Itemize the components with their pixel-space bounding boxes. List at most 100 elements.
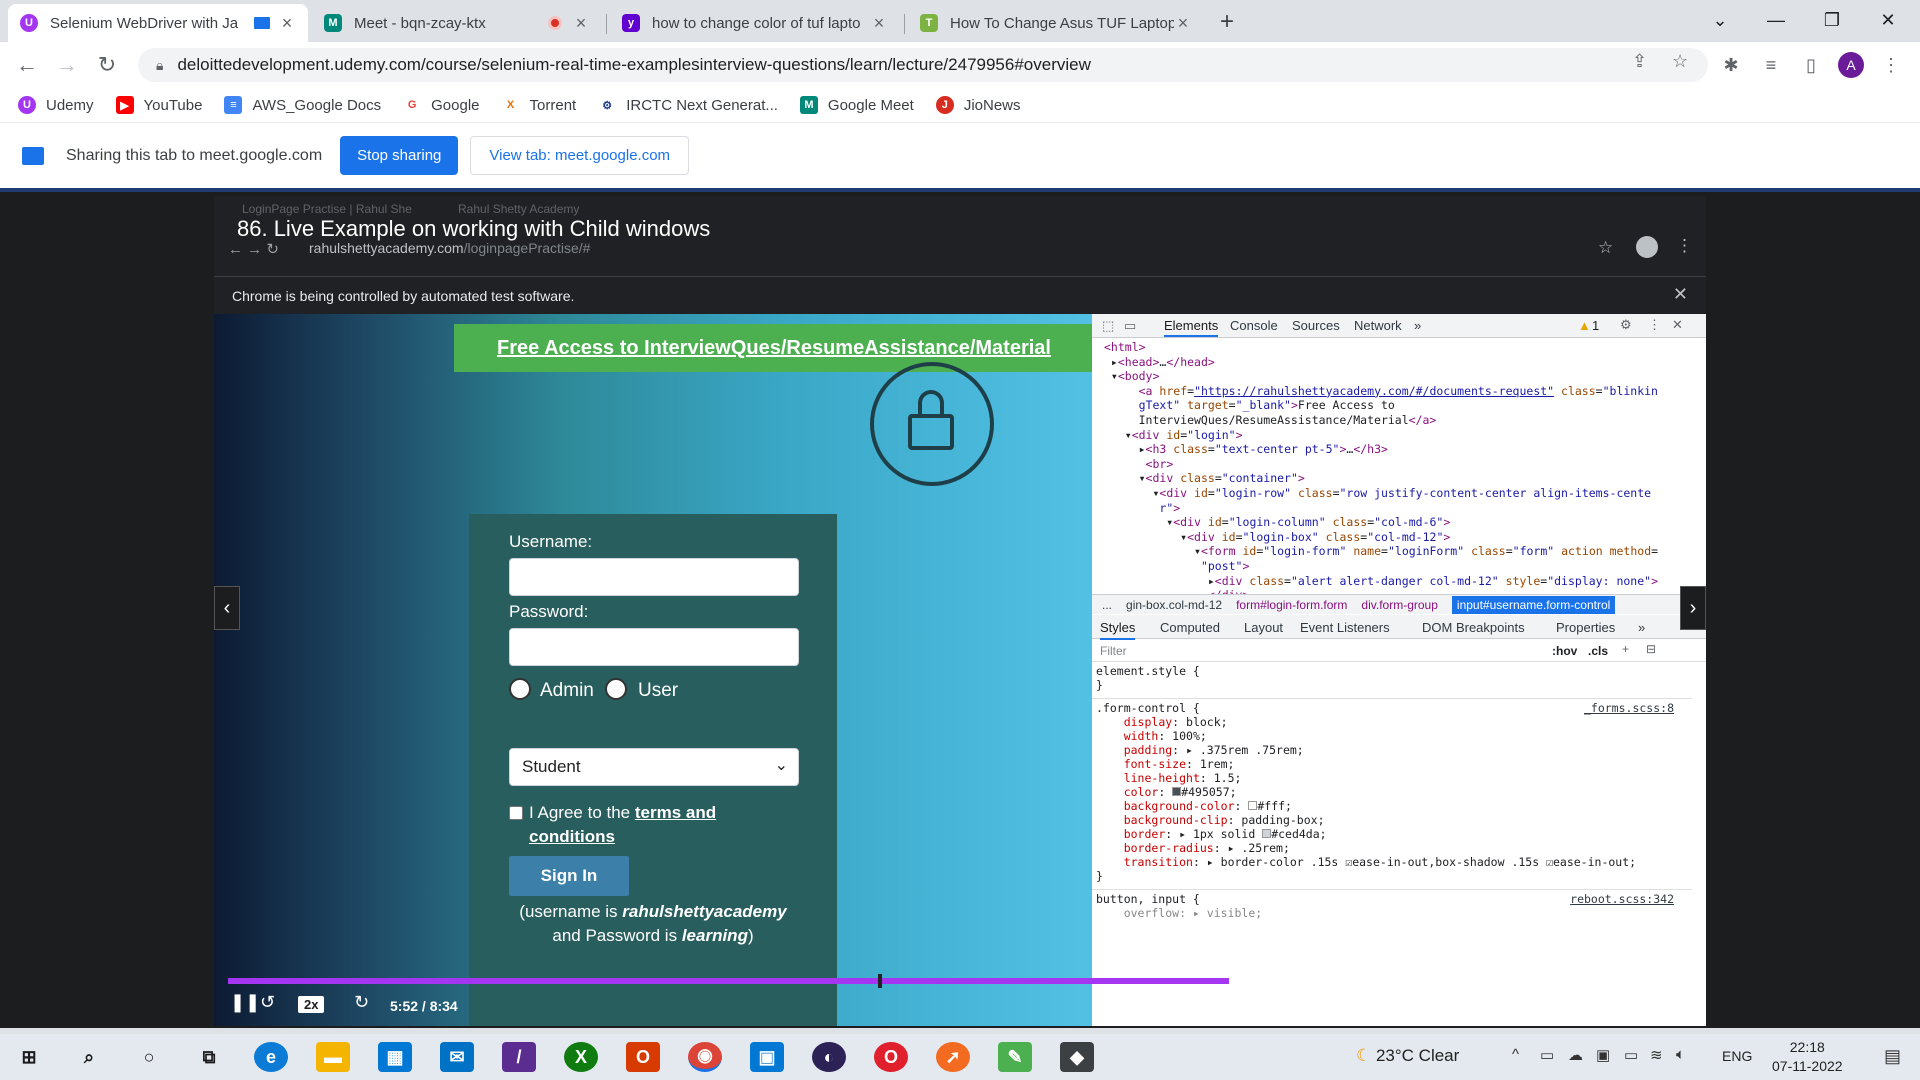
close-window-icon[interactable]: ✕ <box>1860 0 1916 40</box>
clock-date: 07-11-2022 <box>1772 1058 1843 1074</box>
office-icon[interactable]: O <box>626 1042 660 1072</box>
rewind-icon[interactable]: ↺ <box>260 992 275 1013</box>
captions-icon[interactable]: ▤ <box>1586 992 1603 1013</box>
user-radio <box>605 678 627 700</box>
forward-icon[interactable]: ↻ <box>354 992 369 1013</box>
bookmark-jionews[interactable]: J JioNews <box>935 96 1021 114</box>
tab-search-icon[interactable]: ⌄ <box>1692 0 1748 40</box>
dom-line: ▾<div id="login-column" class="col-md-6"… <box>1104 515 1451 530</box>
fullscreen-icon[interactable]: ⤢ <box>1650 992 1664 1013</box>
wifi-icon[interactable]: ≋ <box>1650 1046 1663 1064</box>
volume-icon[interactable]: 🔊︎ <box>1554 992 1565 1013</box>
dom-line: ▾<form id="login-form" name="loginForm" … <box>1104 544 1659 559</box>
style-line: border-radius: ▸ .25rem; <box>1123 841 1290 855</box>
minimize-icon[interactable]: — <box>1748 0 1804 40</box>
search-icon[interactable]: ⌕ <box>72 1042 106 1072</box>
breadcrumb-item: div.form-group <box>1361 597 1438 612</box>
style-line: display: block; <box>1123 715 1228 729</box>
notifications-icon[interactable]: ▤ <box>1884 1046 1901 1067</box>
edge-icon[interactable]: e <box>254 1042 288 1072</box>
bookmark-torrent[interactable]: X Torrent <box>501 96 576 114</box>
weather-widget[interactable]: ☾ 23°C Clear <box>1356 1046 1459 1066</box>
panel-tab-layout: Layout <box>1244 620 1284 635</box>
extensions-icon[interactable]: ✱ <box>1718 52 1744 78</box>
store-icon[interactable]: ▦ <box>378 1042 412 1072</box>
file-explorer-icon[interactable]: ▬ <box>316 1042 350 1072</box>
style-line: width: 100%; <box>1123 729 1207 743</box>
dom-line: ▸<head>…</head> <box>1104 354 1215 369</box>
chevron-up-icon[interactable]: ^ <box>1512 1046 1519 1063</box>
bookmark-youtube[interactable]: ▶ YouTube <box>115 96 202 114</box>
styles-pane: element.style { } .form-control {_forms.… <box>1092 664 1692 1026</box>
filter-input: Filter <box>1100 644 1127 658</box>
share-icon[interactable]: ⇪ <box>1632 51 1647 72</box>
hint-prefix: (username is <box>519 902 618 921</box>
style-line: background-color: #fff; <box>1123 799 1292 813</box>
side-panel-icon[interactable]: ▯ <box>1798 52 1824 78</box>
stop-sharing-button[interactable]: Stop sharing <box>340 136 459 175</box>
breadcrumb-item: ... <box>1102 597 1113 612</box>
forward-icon[interactable]: → <box>52 50 82 80</box>
kebab-menu-icon: ⋮ <box>1648 317 1661 332</box>
progress-handle[interactable] <box>878 974 882 988</box>
tab-yahoo[interactable]: y how to change color of tuf lapto × <box>610 4 900 42</box>
close-tab-icon[interactable]: × <box>870 13 888 34</box>
postman-icon[interactable]: ➚ <box>936 1042 970 1072</box>
new-tab-icon[interactable]: + <box>1220 8 1234 36</box>
back-icon[interactable]: ← <box>12 50 42 80</box>
close-tab-icon[interactable]: × <box>1174 13 1192 34</box>
media-control-icon[interactable]: ≡ <box>1758 52 1784 78</box>
previous-lecture-button[interactable]: ‹ <box>214 586 240 630</box>
task-view-icon[interactable]: ⧉ <box>192 1042 226 1072</box>
video-progress-bar[interactable] <box>228 974 1692 988</box>
volume-icon[interactable]: 🔈︎ <box>1676 1046 1685 1063</box>
view-tab-button[interactable]: View tab: meet.google.com <box>470 136 690 175</box>
windows-start-icon[interactable]: ⊞ <box>12 1042 46 1072</box>
inspect-icon: ⬚ <box>1102 318 1115 333</box>
chrome-icon[interactable]: ◉ <box>688 1042 722 1072</box>
unity-icon[interactable]: ◆ <box>1060 1042 1094 1072</box>
bookmark-google-meet[interactable]: M Google Meet <box>799 96 914 114</box>
language-indicator[interactable]: ENG <box>1722 1048 1752 1064</box>
tab-meet[interactable]: M Meet - bqn-zcay-ktx × <box>312 4 602 42</box>
bookmark-udemy[interactable]: U Udemy <box>18 96 94 114</box>
settings-gear-icon[interactable]: ⚙ <box>1618 992 1634 1013</box>
terms-prefix: I Agree to the <box>529 803 631 822</box>
video-player[interactable]: LoginPage Practise | Rahul She Rahul She… <box>214 196 1706 1026</box>
profile-avatar[interactable]: A <box>1838 52 1864 78</box>
display-icon[interactable]: ▣ <box>1596 1046 1610 1064</box>
automation-message: Chrome is being controlled by automated … <box>232 288 575 304</box>
bookmark-star-icon[interactable]: ☆ <box>1672 51 1688 72</box>
role-select-value: Student <box>522 757 581 776</box>
tab-udemy[interactable]: U Selenium WebDriver with Ja × <box>8 4 308 42</box>
recorded-tab-2: Rahul Shetty Academy <box>458 202 580 216</box>
xbox-icon[interactable]: X <box>564 1042 598 1072</box>
clock[interactable]: 22:18 07-11-2022 <box>1772 1038 1843 1076</box>
bookmark-aws-docs[interactable]: ≡ AWS_Google Docs <box>224 96 381 114</box>
cloud-icon[interactable]: ☁ <box>1568 1046 1583 1064</box>
menu-icon[interactable]: ⋮ <box>1878 52 1904 78</box>
bookmark-label: Google Meet <box>827 96 914 114</box>
lock-body <box>908 414 954 450</box>
address-bar[interactable]: 🔒︎ deloittedevelopment.udemy.com/course/… <box>138 48 1708 82</box>
opera-icon[interactable]: O <box>874 1042 908 1072</box>
playback-speed-button[interactable]: 2x <box>298 996 325 1013</box>
battery-icon[interactable]: ▭ <box>1624 1046 1638 1064</box>
tab-asus[interactable]: T How To Change Asus TUF Laptop × <box>908 4 1204 42</box>
maximize-icon[interactable]: ❐ <box>1804 0 1860 40</box>
app-icon[interactable]: / <box>502 1042 536 1072</box>
bookmark-irctc[interactable]: ⚙ IRCTC Next Generat... <box>598 96 778 114</box>
mail-icon[interactable]: ✉ <box>440 1042 474 1072</box>
bookmark-google[interactable]: G Google <box>403 96 480 114</box>
pause-icon[interactable]: ❚❚ <box>230 992 260 1013</box>
close-tab-icon[interactable]: × <box>572 13 590 34</box>
window-app-icon[interactable]: ▣ <box>750 1042 784 1072</box>
reload-icon[interactable]: ↻ <box>92 50 122 80</box>
meet-tray-icon[interactable]: ▭ <box>1540 1046 1554 1064</box>
next-lecture-button[interactable]: › <box>1680 586 1706 630</box>
cortana-icon[interactable]: ○ <box>132 1042 166 1072</box>
dom-tree: <html> ▸<head>…</head> ▾<body> <a href="… <box>1092 340 1692 600</box>
notepad-icon[interactable]: ✎ <box>998 1042 1032 1072</box>
eclipse-icon[interactable]: ◐ <box>812 1042 846 1072</box>
close-tab-icon[interactable]: × <box>278 13 296 34</box>
